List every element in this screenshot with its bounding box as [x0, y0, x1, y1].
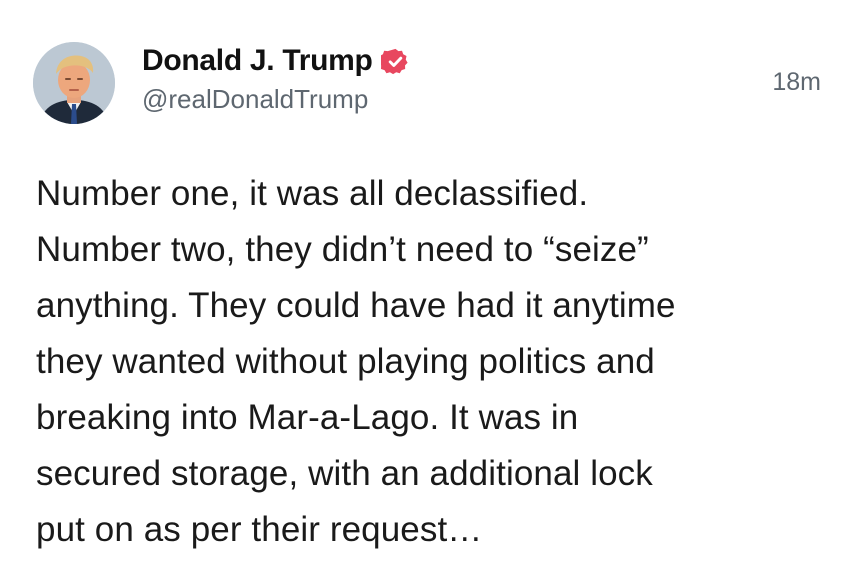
post-body-line: Number one, it was all declassified. [36, 174, 589, 213]
post-body-line: they wanted without playing politics and [36, 342, 655, 381]
author-handle[interactable]: @realDonaldTrump [142, 84, 410, 115]
post-body: Number one, it was all declassified. Num… [36, 166, 826, 558]
author-block: Donald J. Trump @realDonaldTrump [142, 42, 410, 115]
avatar[interactable] [33, 42, 115, 124]
author-name-row: Donald J. Trump [142, 42, 410, 80]
post-body-line: Number two, they didn’t need to “seize” [36, 230, 649, 269]
post-card: Donald J. Trump @realDonaldTrump 18m Num… [0, 0, 855, 579]
author-display-name[interactable]: Donald J. Trump [142, 44, 373, 78]
post-body-line: anything. They could have had it anytime [36, 286, 676, 325]
post-body-line: secured storage, with an additional lock [36, 454, 653, 493]
post-timestamp[interactable]: 18m [772, 68, 821, 97]
verified-badge-icon [378, 47, 410, 76]
post-body-line: breaking into Mar-a-Lago. It was in [36, 398, 579, 437]
avatar-image [33, 42, 115, 124]
post-body-line: put on as per their request… [36, 510, 483, 549]
